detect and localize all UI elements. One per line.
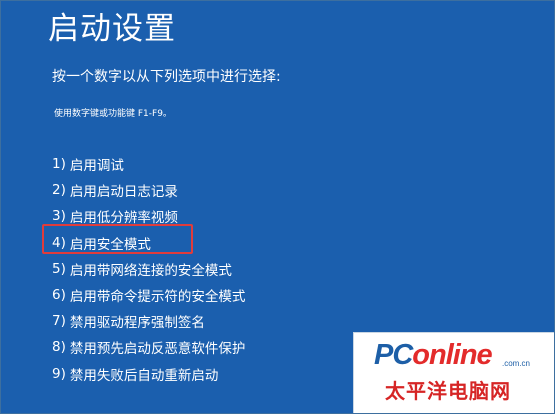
option-number: 2) [52, 182, 66, 199]
option-enable-debugging[interactable]: 1) 启用调试 [52, 151, 245, 177]
option-label: 启用启动日志记录 [69, 184, 178, 201]
pconline-watermark: PConline .com.cn 太平洋电脑网 [353, 332, 554, 413]
startup-settings-screen: 启动设置 按一个数字以从下列选项中进行选择: 使用数字键或功能键 F1-F9。 … [0, 0, 555, 414]
option-disable-driver-signature[interactable]: 7) 禁用驱动程序强制签名 [52, 308, 245, 334]
option-disable-auto-restart[interactable]: 9) 禁用失败后自动重新启动 [52, 361, 245, 387]
option-number: 5) [52, 260, 66, 277]
watermark-site-name: 太平洋电脑网 [385, 379, 511, 403]
page-title: 启动设置 [48, 11, 176, 47]
option-enable-boot-logging[interactable]: 2) 启用启动日志记录 [52, 177, 245, 203]
instruction-text: 按一个数字以从下列选项中进行选择: [52, 69, 281, 85]
option-label: 启用调试 [69, 158, 124, 175]
option-number: 1) [52, 156, 66, 173]
key-hint-text: 使用数字键或功能键 F1-F9。 [54, 109, 172, 119]
option-safe-mode-networking[interactable]: 5) 启用带网络连接的安全模式 [52, 256, 245, 282]
option-number: 6) [52, 287, 66, 304]
safe-mode-highlight-box [42, 224, 193, 254]
option-number: 9) [52, 365, 66, 382]
pconline-logo: PConline [374, 339, 493, 371]
option-label: 禁用驱动程序强制签名 [69, 315, 205, 332]
option-number: 3) [52, 208, 66, 225]
option-safe-mode-command-prompt[interactable]: 6) 启用带命令提示符的安全模式 [52, 282, 245, 308]
option-label: 启用带命令提示符的安全模式 [69, 289, 246, 306]
option-disable-early-launch-antimalware[interactable]: 8) 禁用预先启动反恶意软件保护 [52, 334, 245, 360]
option-number: 7) [52, 313, 66, 330]
option-number: 8) [52, 339, 66, 356]
option-label: 启用带网络连接的安全模式 [69, 262, 232, 279]
startup-options-list: 1) 启用调试 2) 启用启动日志记录 3) 启用低分辨率视频 4) 启用安全模… [52, 151, 245, 387]
watermark-domain: .com.cn [502, 359, 531, 368]
option-label: 禁用失败后自动重新启动 [69, 367, 219, 384]
option-label: 禁用预先启动反恶意软件保护 [69, 341, 246, 358]
